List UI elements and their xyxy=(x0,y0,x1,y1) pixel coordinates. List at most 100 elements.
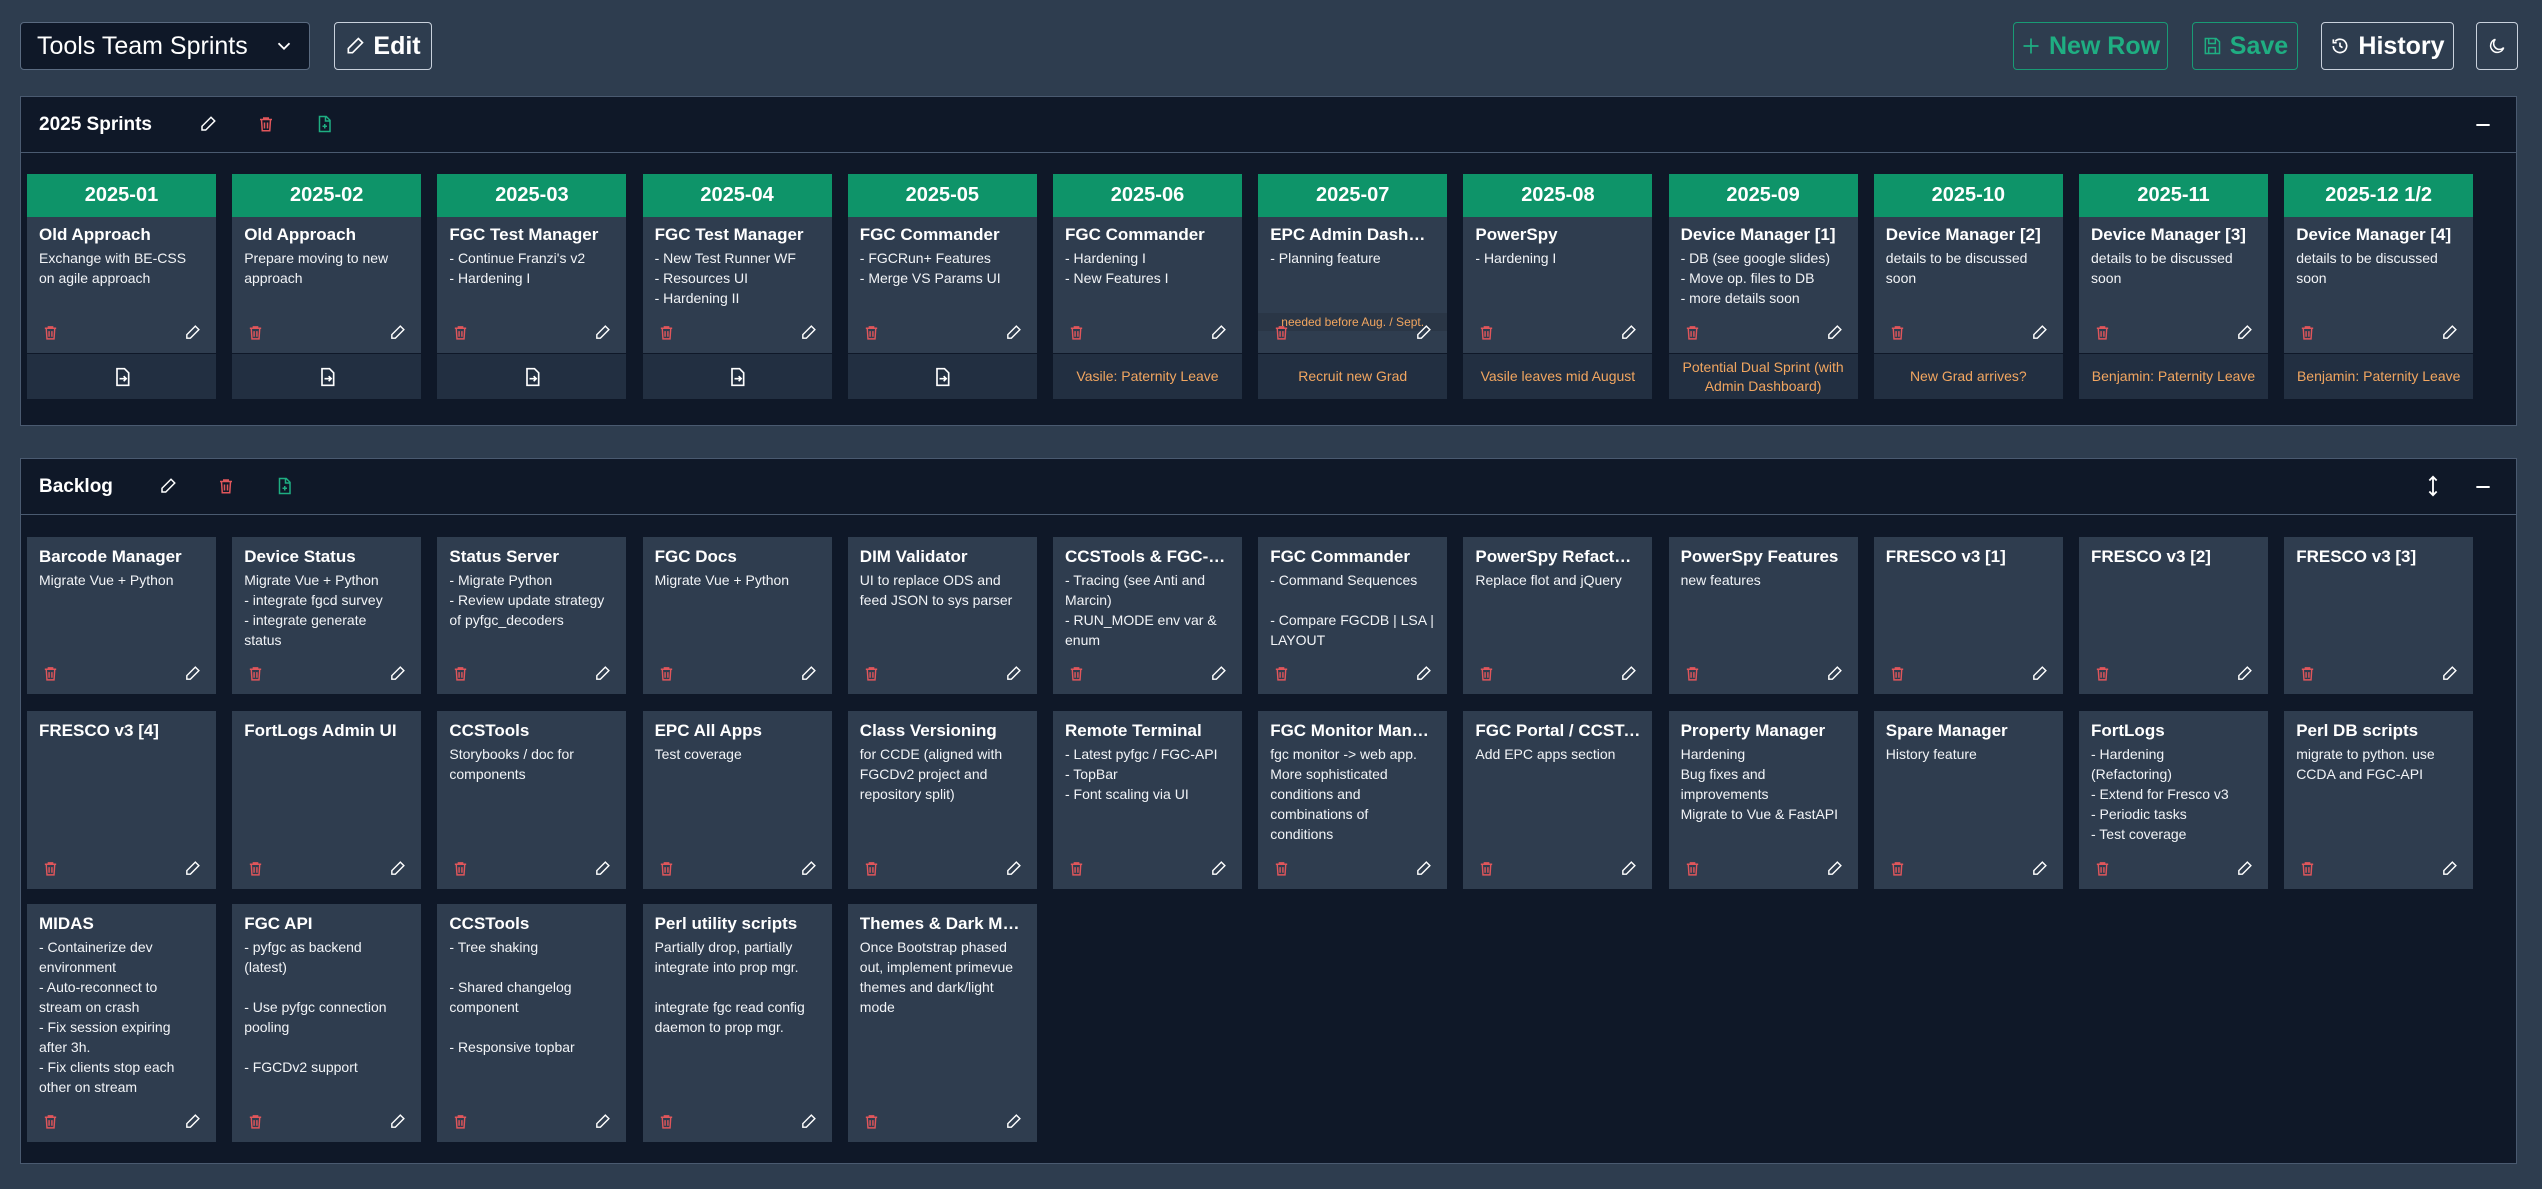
minus-icon[interactable] xyxy=(2472,477,2494,497)
pencil-icon[interactable] xyxy=(594,1113,611,1130)
trash-icon[interactable] xyxy=(1889,324,1906,341)
sprint-card[interactable]: Device Manager [2] details to be discusse… xyxy=(1873,217,2063,353)
backlog-card[interactable]: FRESCO v3 [1] xyxy=(1873,537,2063,694)
backlog-card[interactable]: PowerSpy Refactoring Replace flot and jQu… xyxy=(1463,537,1653,694)
backlog-card[interactable]: Themes & Dark Mode Once Bootstrap phased … xyxy=(847,904,1037,1142)
move-to-sprint-icon[interactable] xyxy=(727,367,747,387)
backlog-card[interactable]: CCSTools - Tree shaking - Shared changelo… xyxy=(437,904,627,1142)
pencil-icon[interactable] xyxy=(1005,1113,1022,1130)
trash-icon[interactable] xyxy=(42,324,59,341)
move-to-sprint-icon[interactable] xyxy=(522,367,542,387)
backlog-card[interactable]: PowerSpy Features new features xyxy=(1668,537,1858,694)
trash-icon[interactable] xyxy=(1068,324,1085,341)
backlog-card[interactable]: FGC API - pyfgc as backend (latest) - Use… xyxy=(232,904,422,1142)
backlog-card[interactable]: Status Server - Migrate Python - Review u… xyxy=(437,537,627,694)
sprint-footer[interactable] xyxy=(437,354,627,399)
trash-icon[interactable] xyxy=(1684,665,1701,682)
trash-icon[interactable] xyxy=(1478,324,1495,341)
sprint-card[interactable]: FGC Commander - FGCRun+ Features - Merge … xyxy=(847,217,1037,353)
pencil-icon[interactable] xyxy=(1210,860,1227,877)
pencil-icon[interactable] xyxy=(199,115,219,135)
move-to-sprint-icon[interactable] xyxy=(317,367,337,387)
pencil-icon[interactable] xyxy=(2441,324,2458,341)
trash-icon[interactable] xyxy=(863,860,880,877)
pencil-icon[interactable] xyxy=(2236,860,2253,877)
backlog-card[interactable]: FGC Docs Migrate Vue + Python xyxy=(642,537,832,694)
pencil-icon[interactable] xyxy=(1826,860,1843,877)
backlog-card[interactable]: Spare Manager History feature xyxy=(1873,711,2063,889)
pencil-icon[interactable] xyxy=(1620,860,1637,877)
trash-icon[interactable] xyxy=(658,860,675,877)
sprint-card[interactable]: Device Manager [4] details to be discusse… xyxy=(2284,217,2474,353)
pencil-icon[interactable] xyxy=(2031,860,2048,877)
pencil-icon[interactable] xyxy=(1415,324,1432,341)
backlog-card[interactable]: DIM Validator UI to replace ODS and feed … xyxy=(847,537,1037,694)
pencil-icon[interactable] xyxy=(594,324,611,341)
pencil-icon[interactable] xyxy=(1005,665,1022,682)
trash-icon[interactable] xyxy=(2299,665,2316,682)
trash-icon[interactable] xyxy=(2299,860,2316,877)
trash-icon[interactable] xyxy=(863,324,880,341)
backlog-card[interactable]: FGC Portal / CCSTools Add EPC apps sectio… xyxy=(1463,711,1653,889)
trash-icon[interactable] xyxy=(2094,860,2111,877)
pencil-icon[interactable] xyxy=(1415,860,1432,877)
trash-icon[interactable] xyxy=(863,1113,880,1130)
trash-icon[interactable] xyxy=(1889,665,1906,682)
pencil-icon[interactable] xyxy=(1826,665,1843,682)
trash-icon[interactable] xyxy=(1889,860,1906,877)
pencil-icon[interactable] xyxy=(1005,860,1022,877)
trash-icon[interactable] xyxy=(257,115,277,135)
sprint-card[interactable]: PowerSpy - Hardening I xyxy=(1463,217,1653,353)
history-button[interactable]: History xyxy=(2321,22,2454,70)
move-to-sprint-icon[interactable] xyxy=(112,367,132,387)
sprint-footer[interactable] xyxy=(847,354,1037,399)
backlog-card[interactable]: FGC Commander - Command Sequences - Compa… xyxy=(1258,537,1448,694)
pencil-icon[interactable] xyxy=(1415,665,1432,682)
trash-icon[interactable] xyxy=(1273,324,1290,341)
trash-icon[interactable] xyxy=(217,477,237,497)
pencil-icon[interactable] xyxy=(2236,665,2253,682)
sprint-card[interactable]: Device Manager [3] details to be discusse… xyxy=(2079,217,2268,353)
trash-icon[interactable] xyxy=(1068,665,1085,682)
new-row-button[interactable]: New Row xyxy=(2013,22,2168,70)
backlog-card[interactable]: Device Status Migrate Vue + Python - inte… xyxy=(232,537,422,694)
sprint-card[interactable]: Old Approach Exchange with BE-CSS on agil… xyxy=(27,217,216,353)
sprint-card[interactable]: FGC Test Manager - New Test Runner WF - R… xyxy=(642,217,832,353)
save-button[interactable]: Save xyxy=(2192,22,2298,70)
pencil-icon[interactable] xyxy=(2236,324,2253,341)
sprint-card[interactable]: FGC Test Manager - Continue Franzi's v2 -… xyxy=(437,217,627,353)
pencil-icon[interactable] xyxy=(800,1113,817,1130)
board-select[interactable]: Tools Team Sprints xyxy=(20,22,310,70)
trash-icon[interactable] xyxy=(1684,860,1701,877)
trash-icon[interactable] xyxy=(1478,860,1495,877)
trash-icon[interactable] xyxy=(247,665,264,682)
pencil-icon[interactable] xyxy=(800,665,817,682)
pencil-icon[interactable] xyxy=(159,477,179,497)
backlog-card[interactable]: Property Manager Hardening Bug fixes and … xyxy=(1668,711,1858,889)
theme-toggle-button[interactable] xyxy=(2476,22,2518,70)
backlog-card[interactable]: FRESCO v3 [3] xyxy=(2284,537,2474,694)
sprint-footer[interactable] xyxy=(27,354,216,399)
pencil-icon[interactable] xyxy=(184,860,201,877)
backlog-card[interactable]: FGC Monitor Manager fgc monitor -> web ap… xyxy=(1258,711,1448,889)
backlog-card[interactable]: FRESCO v3 [4] xyxy=(27,711,216,889)
expand-vertical-icon[interactable] xyxy=(2422,474,2444,498)
backlog-card[interactable]: EPC All Apps Test coverage xyxy=(642,711,832,889)
pencil-icon[interactable] xyxy=(1210,665,1227,682)
pencil-icon[interactable] xyxy=(389,665,406,682)
minus-icon[interactable] xyxy=(2472,115,2494,135)
trash-icon[interactable] xyxy=(658,324,675,341)
pencil-icon[interactable] xyxy=(594,665,611,682)
sprint-footer[interactable] xyxy=(642,354,832,399)
pencil-icon[interactable] xyxy=(2031,324,2048,341)
sprint-card[interactable]: FGC Commander - Hardening I - New Feature… xyxy=(1053,217,1242,353)
pencil-icon[interactable] xyxy=(594,860,611,877)
trash-icon[interactable] xyxy=(42,860,59,877)
pencil-icon[interactable] xyxy=(1620,324,1637,341)
pencil-icon[interactable] xyxy=(184,665,201,682)
trash-icon[interactable] xyxy=(42,665,59,682)
backlog-card[interactable]: Barcode Manager Migrate Vue + Python xyxy=(27,537,216,694)
trash-icon[interactable] xyxy=(2094,324,2111,341)
trash-icon[interactable] xyxy=(247,860,264,877)
file-plus-icon[interactable] xyxy=(275,477,295,497)
